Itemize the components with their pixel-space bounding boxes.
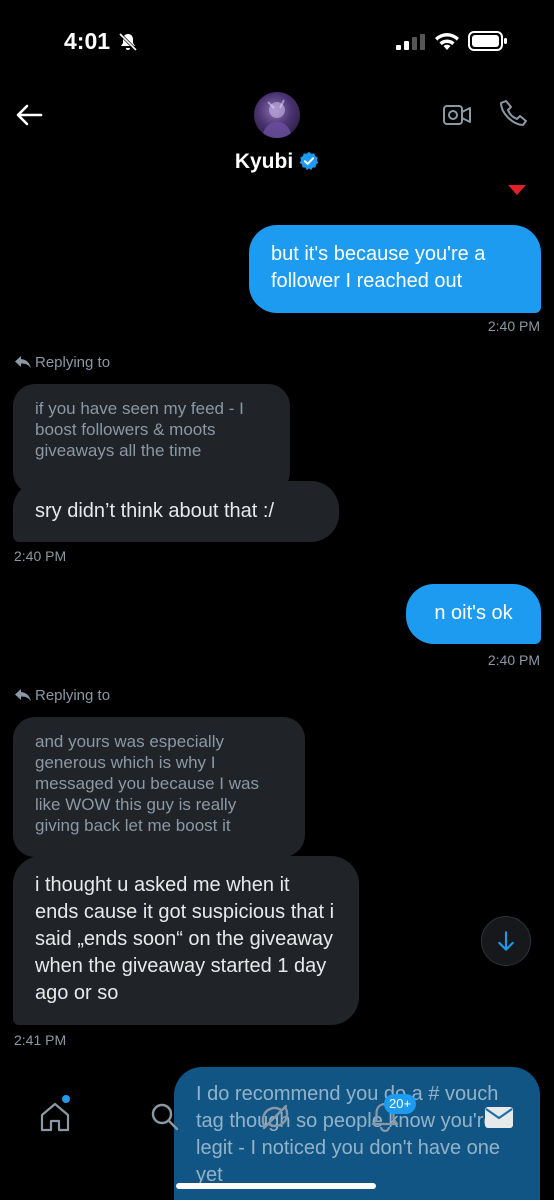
message-text: sry didn’t think about that :/ <box>35 500 275 522</box>
quoted-message[interactable]: if you have seen my feed - I boost follo… <box>13 384 290 494</box>
status-time: 4:01 <box>64 28 111 54</box>
grok-icon[interactable] <box>258 1100 292 1134</box>
verified-badge-icon <box>299 151 319 171</box>
message-timestamp: 2:40 PM <box>487 652 540 668</box>
bell-slash-icon <box>118 32 138 52</box>
bottom-nav <box>0 1080 554 1200</box>
home-notification-dot <box>62 1095 70 1103</box>
message-text: i thought u asked me when it ends cause … <box>35 874 335 1004</box>
avatar[interactable] <box>254 92 300 138</box>
reply-arrow-icon <box>15 356 31 369</box>
back-arrow-icon[interactable] <box>14 100 44 130</box>
replying-to-label: Replying to <box>14 687 110 704</box>
home-icon[interactable] <box>38 1100 72 1134</box>
search-icon[interactable] <box>148 1100 182 1134</box>
quoted-text: and yours was especially generous which … <box>35 732 259 835</box>
replying-to-text: Replying to <box>35 687 111 704</box>
notifications-badge: 20+ <box>384 1094 417 1114</box>
arrow-down-icon <box>498 931 514 951</box>
home-indicator[interactable] <box>176 1183 376 1189</box>
quoted-text: if you have seen my feed - I boost follo… <box>35 399 244 460</box>
messages-icon[interactable] <box>482 1100 516 1134</box>
outgoing-message[interactable]: but it's because you're a follower I rea… <box>249 225 541 313</box>
battery-icon <box>468 31 507 51</box>
incoming-message[interactable]: i thought u asked me when it ends cause … <box>13 856 359 1025</box>
message-text: n oit's ok <box>434 602 513 624</box>
message-timestamp: 2:41 PM <box>14 1032 67 1048</box>
video-call-icon[interactable] <box>442 100 472 130</box>
reply-arrow-icon <box>15 689 31 702</box>
wifi-icon <box>435 33 459 50</box>
message-timestamp: 2:40 PM <box>14 548 67 564</box>
phone-call-icon[interactable] <box>498 98 530 130</box>
message-text: but it's because you're a follower I rea… <box>271 243 486 292</box>
signal-icon <box>396 34 425 50</box>
outgoing-message[interactable]: n oit's ok <box>406 584 541 644</box>
contact-name-row[interactable]: Kyubi <box>0 150 554 174</box>
contact-name: Kyubi <box>234 150 294 173</box>
message-timestamp: 2:40 PM <box>487 318 540 334</box>
incoming-message[interactable]: sry didn’t think about that :/ <box>13 481 339 542</box>
quoted-message[interactable]: and yours was especially generous which … <box>13 717 305 857</box>
replying-to-label: Replying to <box>14 354 110 371</box>
replying-to-text: Replying to <box>35 354 111 371</box>
scroll-to-bottom-button[interactable] <box>481 916 531 966</box>
unread-marker <box>508 185 526 195</box>
